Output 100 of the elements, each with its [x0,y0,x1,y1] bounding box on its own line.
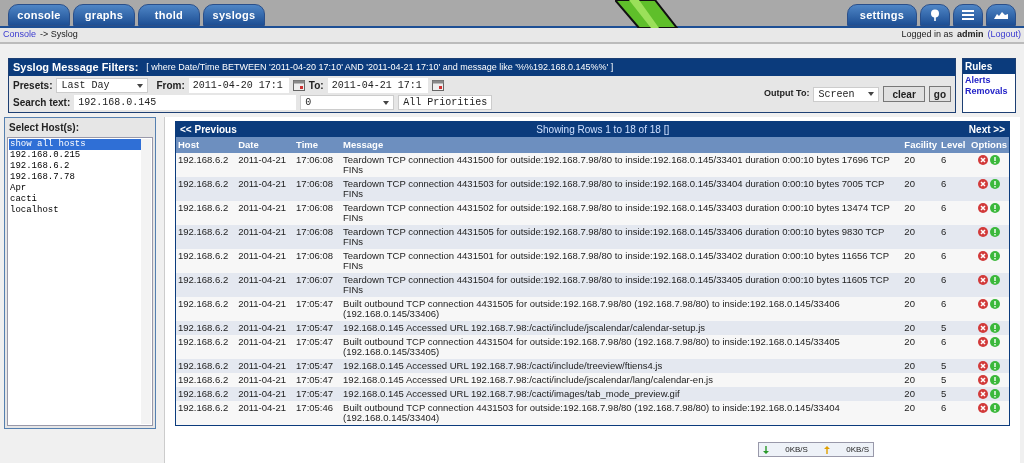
delete-icon[interactable] [978,275,989,286]
host-option[interactable]: localhost [9,205,141,216]
host-panel-title: Select Host(s): [8,121,80,135]
nav-tab[interactable]: syslogs [203,4,265,26]
delete-icon[interactable] [978,251,989,262]
logout-link[interactable]: (Logout) [987,28,1021,42]
table-cell: 5 [939,373,970,388]
host-option[interactable]: 192.168.0.215 [9,150,141,161]
table-cell: Teardown TCP connection 4431504 for outside:192.168.7.98/80 to inside:192.168.0.145/33405 duration 0:00:10 bytes 11605 TCP FINs [341,273,903,298]
table-cell: 192.168.6.2 [176,297,237,322]
settings-tab[interactable]: settings [847,4,917,26]
from-field[interactable]: 2011-04-20 17:1 [188,78,289,93]
host-option[interactable]: cacti [9,194,141,205]
next-link[interactable]: Next >> [968,122,1005,137]
list-view-tab[interactable] [953,4,983,26]
table-cell: 17:05:47 [294,359,342,374]
table-cell: 2011-04-21 [236,297,295,322]
calendar-icon[interactable] [292,80,305,91]
table-cell: 2011-04-21 [236,273,295,298]
table-cell: 20 [902,335,940,360]
table-cell: 20 [902,387,940,402]
table-cell: 17:06:08 [294,201,342,226]
table-cell: 2011-04-21 [236,401,295,426]
table-cell: 6 [939,177,970,202]
facility-select[interactable]: 0 [300,95,395,110]
column-header: Facility [902,137,940,154]
caret-icon [383,100,390,105]
delete-icon[interactable] [978,375,989,386]
table-cell: 2011-04-21 [236,335,295,360]
table-cell: 192.168.6.2 [176,387,237,402]
calendar-icon[interactable] [431,80,444,91]
tree-view-tab[interactable] [920,4,950,26]
nav-tab[interactable]: thold [138,4,200,26]
delete-icon[interactable] [978,179,989,190]
table-cell: 20 [902,249,940,274]
table-cell: 2011-04-21 [236,373,295,388]
breadcrumb-link[interactable]: Console [3,28,37,42]
delete-icon[interactable] [978,299,989,310]
to-field[interactable]: 2011-04-21 17:1 [327,78,428,93]
table-cell: 17:05:46 [294,401,342,426]
table-cell: Built outbound TCP connection 4431504 for outside:192.168.7.98/80 (192.168.7.98/80) to inside:192.168.0.145/33405 (192.168.0.145/33405) [341,335,903,360]
delete-icon[interactable] [978,227,989,238]
table-cell: 192.168.6.2 [176,249,237,274]
host-listbox[interactable]: show all hosts 192.168.0.215 192.168.6.2 192.168.7.78 Apr cacti localhost [7,137,153,426]
search-field[interactable]: 192.168.0.145 [74,95,297,110]
table-cell: 6 [939,153,970,178]
table-cell: 6 [939,297,970,322]
delete-icon[interactable] [978,203,989,214]
host-option[interactable]: show all hosts [9,139,141,150]
rules-link[interactable]: Alerts [965,75,1013,86]
table-cell: 17:05:47 [294,373,342,388]
host-option[interactable]: 192.168.6.2 [9,161,141,172]
delete-icon[interactable] [978,389,989,400]
table-cell: 17:06:08 [294,249,342,274]
delete-icon[interactable] [978,155,989,166]
scrollbar[interactable] [141,139,151,424]
nav-tab[interactable]: console [8,4,70,26]
column-header: Time [294,137,342,154]
table-cell: 2011-04-21 [236,225,295,250]
output-select[interactable]: Screen [813,86,880,102]
table-cell: 17:06:08 [294,177,342,202]
presets-select[interactable]: Last Day [56,78,149,93]
table-cell: 192.168.6.2 [176,153,237,178]
previous-link[interactable]: << Previous [180,122,237,137]
table-cell: 192.168.6.2 [176,201,237,226]
table-cell: 2011-04-21 [236,387,295,402]
table-cell: 17:05:47 [294,321,342,336]
graph-view-tab[interactable] [986,4,1016,26]
delete-icon[interactable] [978,337,989,348]
caret-icon [868,92,875,96]
table-cell: 192.168.0.145 Accessed URL 192.168.7.98:/cacti/include/jscalendar/lang/calendar-en.js [341,373,903,388]
table-cell: Built outbound TCP connection 4431505 for outside:192.168.7.98/80 (192.168.7.98/80) to inside:192.168.0.145/33406 (192.168.0.145/33406) [341,297,903,322]
table-cell: 6 [939,273,970,298]
table-cell: Teardown TCP connection 4431500 for outside:192.168.7.98/80 to inside:192.168.0.145/33401 duration 0:00:10 bytes 17696 TCP FINs [341,153,903,178]
upload-arrow-icon [824,445,831,454]
filter-title: Syslog Message Filters: [13,60,139,76]
table-cell: 20 [902,273,940,298]
rules-link[interactable]: Removals [965,86,1013,97]
column-header: Host [176,137,237,154]
nav-tab[interactable]: graphs [73,4,135,26]
clear-button[interactable]: clear [883,86,925,102]
table-cell: 192.168.0.145 Accessed URL 192.168.7.98:/cacti/include/treeview/ftiens4.js [341,359,903,374]
rules-title: Rules [963,59,1015,74]
breadcrumb-text: -> Syslog [40,28,78,42]
table-cell: 6 [939,249,970,274]
priority-select[interactable]: All Priorities [398,95,493,110]
delete-icon[interactable] [978,361,989,372]
column-header: Level [939,137,970,154]
host-option[interactable]: 192.168.7.78 [9,172,141,183]
table-cell: 20 [902,297,940,322]
table-cell: 2011-04-21 [236,177,295,202]
table-cell: Teardown TCP connection 4431502 for outside:192.168.7.98/80 to inside:192.168.0.145/33403 duration 0:00:10 bytes 13474 TCP FINs [341,201,903,226]
host-option[interactable]: Apr [9,183,141,194]
go-button[interactable]: go [928,86,951,102]
presets-label: Presets: [13,79,53,93]
delete-icon[interactable] [978,403,989,414]
table-cell: 20 [902,153,940,178]
table-cell: 17:06:07 [294,273,342,298]
table-cell: 192.168.6.2 [176,401,237,426]
delete-icon[interactable] [978,323,989,334]
